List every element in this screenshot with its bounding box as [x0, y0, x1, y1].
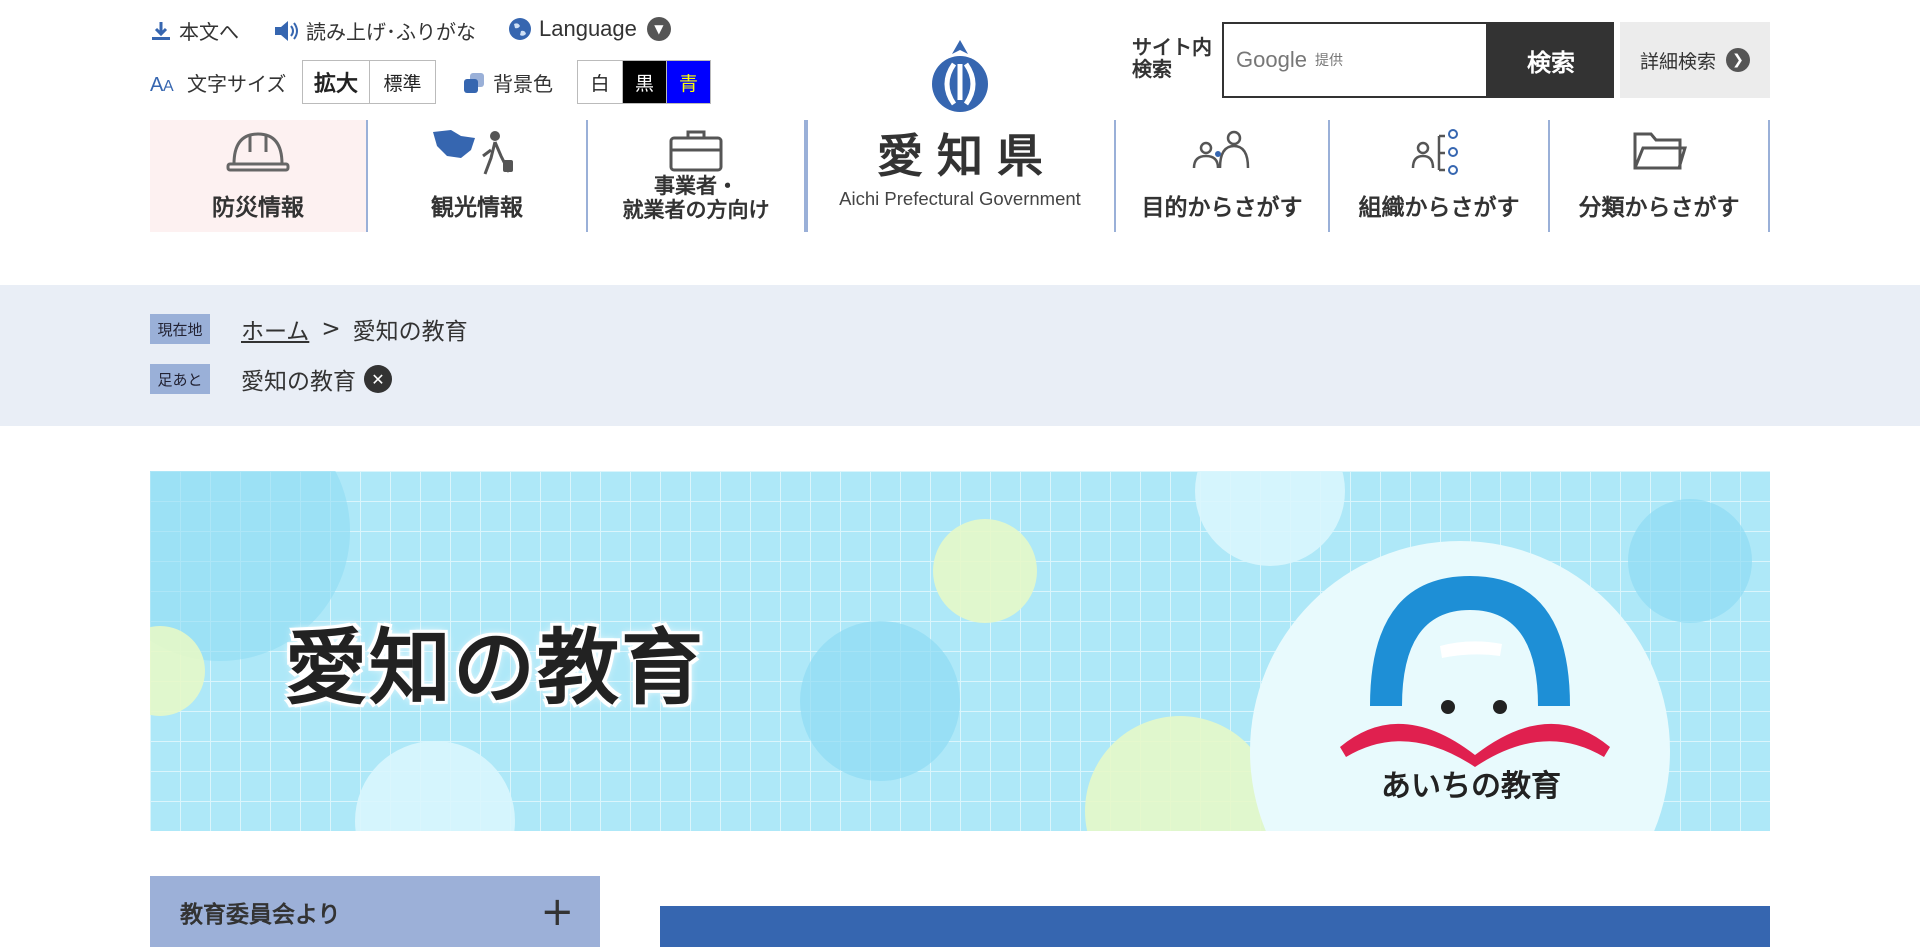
font-size-label-group: A A 文字サイズ	[150, 68, 286, 97]
search-brand: Google	[1236, 47, 1307, 72]
language-label: Language	[539, 16, 637, 41]
logo-title: 愛知県	[877, 129, 1057, 183]
nav-divider	[806, 120, 808, 232]
search-brand-note: 提供	[1314, 52, 1343, 68]
nav-search-by-category[interactable]: 分類からさがす	[1550, 120, 1770, 232]
breadcrumb-home-link[interactable]: ホーム	[241, 312, 309, 346]
banner-logo-text: あいちの教育	[1381, 769, 1561, 804]
color-icon	[464, 72, 484, 93]
reader-label: 読み上げ･ふりがな	[306, 20, 476, 44]
history-trail: 足あと 愛知の教育 ✕	[150, 362, 392, 396]
nav-label: 事業者・ 就業者の方向け	[622, 174, 770, 222]
font-size-label: 文字サイズ	[187, 72, 287, 96]
nav-business-info[interactable]: 事業者・ 就業者の方向け	[588, 120, 806, 232]
nav-label: 観光情報	[431, 195, 523, 221]
breadcrumb-separator: >	[321, 316, 341, 342]
chevron-right-icon: ❯	[1726, 48, 1750, 72]
nav-disaster-info[interactable]: 防災情報	[150, 120, 368, 232]
font-size-icon: A A	[150, 74, 174, 95]
folder-icon	[1633, 132, 1687, 170]
close-icon[interactable]: ✕	[364, 365, 392, 393]
advanced-search-button[interactable]: 詳細検索 ❯	[1620, 22, 1770, 98]
svg-text:A: A	[163, 78, 174, 95]
logo-subtitle: Aichi Prefectural Government	[839, 188, 1081, 209]
advanced-search-label: 詳細検索	[1639, 50, 1716, 73]
nav-label: 分類からさがす	[1578, 195, 1740, 221]
nav-tourism-info[interactable]: 観光情報	[368, 120, 588, 232]
font-size-large-button[interactable]: 拡大	[303, 61, 369, 103]
breadcrumb-current: 愛知の教育	[352, 319, 468, 345]
page-banner: 愛知の教育 あいちの教育	[150, 471, 1770, 831]
download-icon	[152, 21, 170, 40]
history-tag: 足あと	[150, 364, 210, 394]
search-button[interactable]: 検索	[1488, 22, 1614, 98]
current-location-tag: 現在地	[150, 314, 210, 344]
history-item[interactable]: 愛知の教育	[241, 362, 356, 396]
nav-label: 目的からさがす	[1141, 195, 1303, 221]
bg-black-button[interactable]: 黒	[622, 61, 666, 103]
nav-label: 防災情報	[212, 195, 304, 221]
language-selector[interactable]: Language ▼	[508, 16, 671, 42]
breadcrumb: 現在地 ホーム > 愛知の教育	[150, 312, 468, 346]
search-input[interactable]: Google 提供	[1222, 22, 1488, 98]
plus-icon[interactable]: +	[540, 892, 574, 932]
main-section-header	[660, 906, 1770, 947]
banner-title: 愛知の教育	[285, 621, 706, 716]
reader-link[interactable]: 読み上げ･ふりがな	[273, 16, 476, 45]
svg-text:A: A	[150, 74, 164, 95]
nav-search-by-organization[interactable]: 組織からさがす	[1330, 120, 1550, 232]
bg-color-toggle: 白 黒 青	[577, 60, 711, 104]
font-size-toggle: 拡大 標準	[302, 60, 436, 104]
search-label: サイト内 検索	[1132, 35, 1212, 81]
skip-label: 本文へ	[179, 20, 239, 44]
briefcase-icon	[669, 130, 723, 172]
bg-white-button[interactable]: 白	[578, 61, 622, 103]
skip-to-content-link[interactable]: 本文へ	[150, 16, 239, 45]
bg-color-label: 背景色	[493, 72, 553, 96]
helmet-icon	[226, 132, 290, 172]
globe-icon	[509, 18, 531, 40]
organization-icon	[1411, 129, 1458, 175]
side-menu-label: 教育委員会より	[180, 901, 341, 928]
bg-color-label-group: 背景色	[462, 68, 553, 97]
prefecture-emblem-icon	[932, 40, 988, 112]
tourist-icon	[433, 130, 513, 175]
speaker-icon	[275, 20, 298, 41]
people-icon	[1192, 130, 1250, 169]
chevron-down-icon: ▼	[646, 17, 671, 41]
nav-search-by-purpose[interactable]: 目的からさがす	[1116, 120, 1330, 232]
site-logo[interactable]: 愛知県 Aichi Prefectural Government	[830, 38, 1090, 210]
side-menu-education-board[interactable]: 教育委員会より +	[150, 876, 600, 947]
font-size-standard-button[interactable]: 標準	[369, 61, 435, 103]
nav-label: 組織からさがす	[1358, 195, 1520, 221]
breadcrumb-area: 現在地 ホーム > 愛知の教育 足あと 愛知の教育 ✕	[0, 285, 1920, 426]
bg-blue-button[interactable]: 青	[666, 61, 710, 103]
